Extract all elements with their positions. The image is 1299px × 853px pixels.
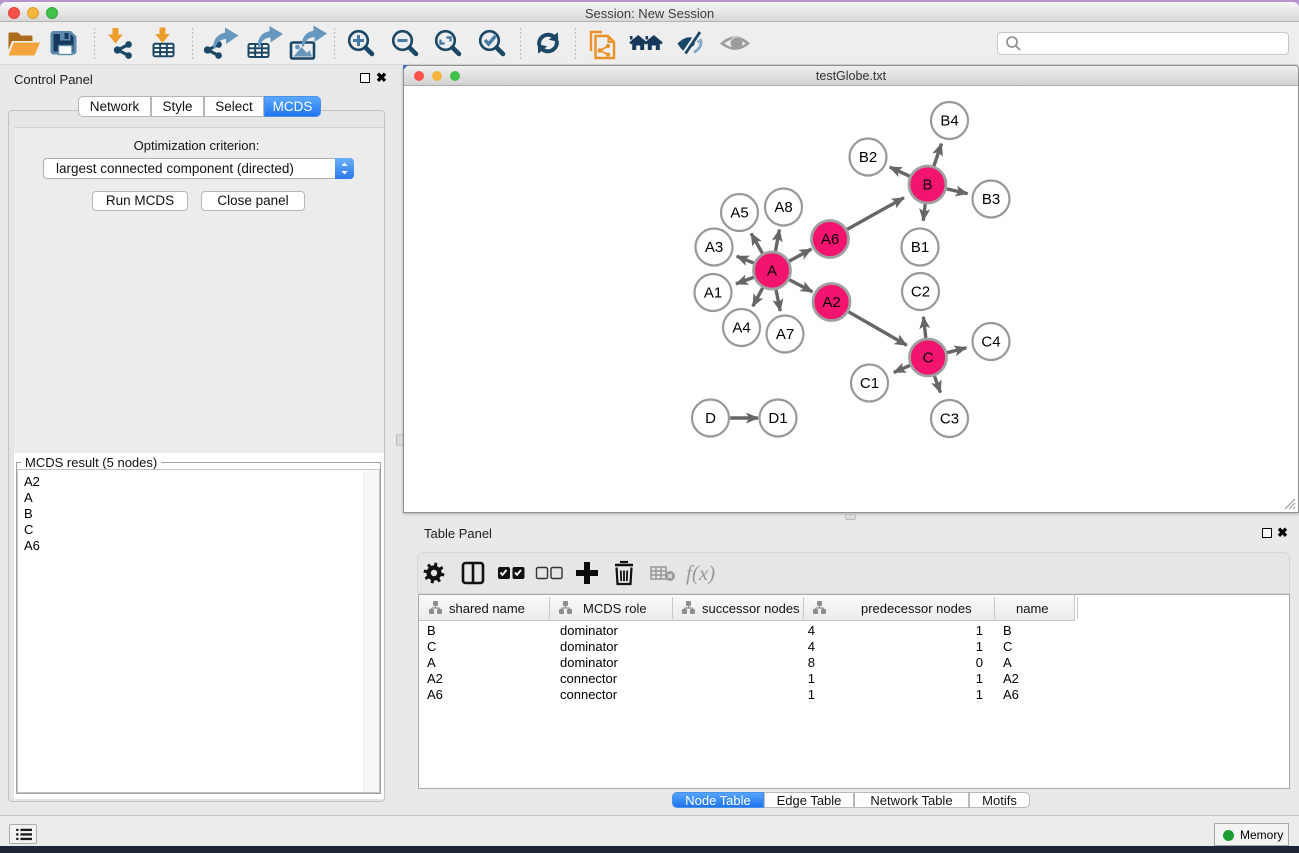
svg-text:B3: B3	[982, 191, 1000, 208]
svg-text:A2: A2	[822, 294, 840, 311]
svg-text:D: D	[705, 410, 716, 427]
svg-text:C3: C3	[940, 411, 959, 428]
svg-text:A1: A1	[704, 285, 722, 302]
svg-text:A4: A4	[732, 320, 750, 337]
svg-text:B: B	[922, 177, 932, 194]
svg-text:A6: A6	[821, 231, 839, 248]
svg-text:C2: C2	[911, 284, 930, 301]
svg-text:A8: A8	[774, 199, 792, 216]
svg-text:A3: A3	[705, 239, 723, 256]
svg-text:B2: B2	[859, 149, 877, 166]
svg-text:A5: A5	[730, 205, 748, 222]
svg-text:f(x): f(x)	[686, 561, 715, 585]
svg-text:B1: B1	[911, 239, 929, 256]
svg-text:D1: D1	[768, 410, 787, 427]
svg-text:B4: B4	[940, 113, 958, 130]
svg-text:C1: C1	[860, 375, 879, 392]
svg-text:A: A	[767, 263, 777, 280]
svg-text:A7: A7	[776, 326, 794, 343]
svg-text:C4: C4	[981, 334, 1000, 351]
svg-text:C: C	[923, 350, 934, 367]
